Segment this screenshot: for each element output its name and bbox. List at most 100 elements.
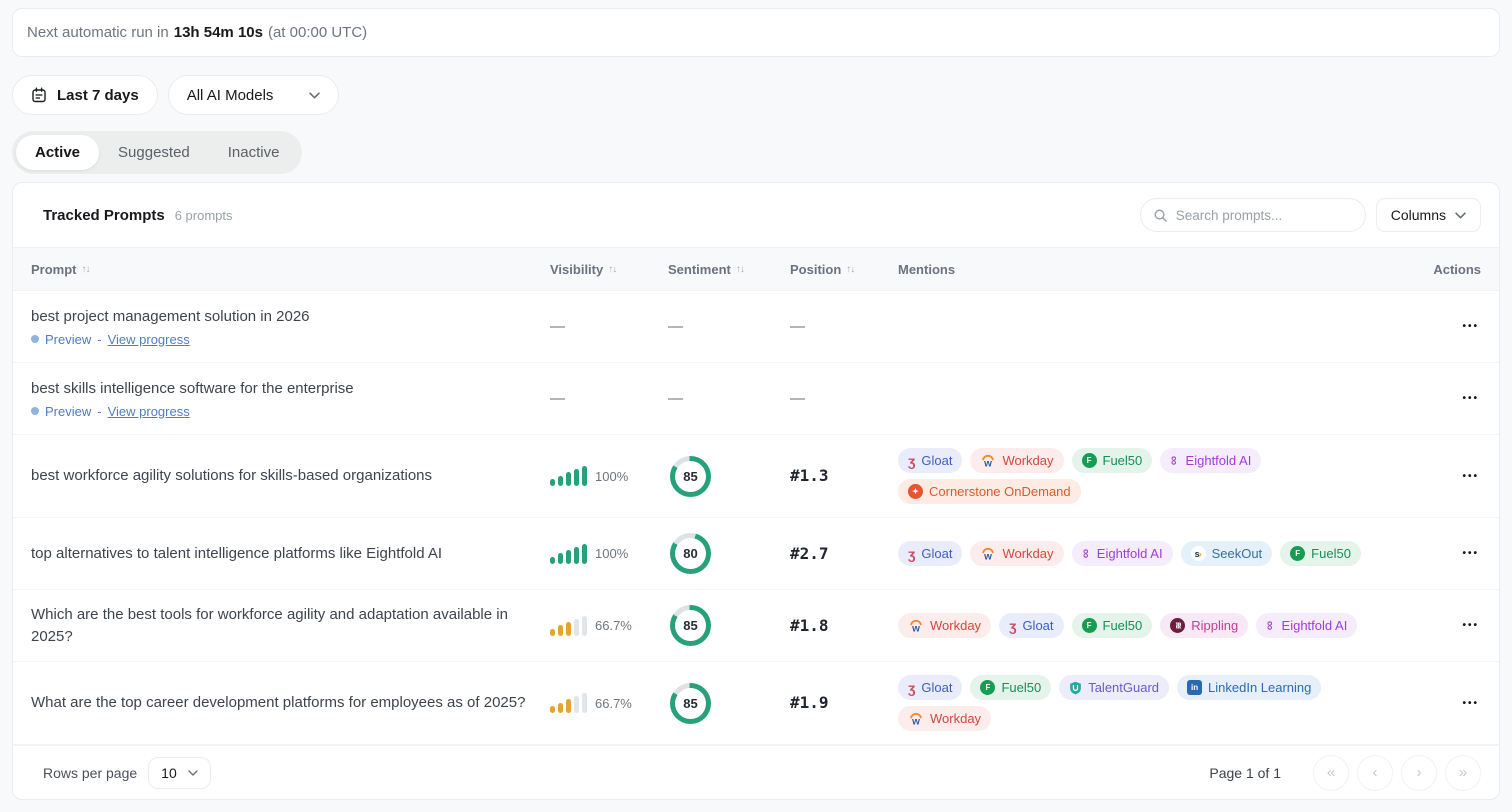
table-row: top alternatives to talent intelligence … xyxy=(13,518,1499,590)
row-actions-button[interactable]: ••• xyxy=(1460,616,1481,635)
gloat-icon: ʒ xyxy=(908,681,915,695)
sentiment-cell: 85 xyxy=(668,605,790,646)
mention-badge-workday[interactable]: w Workday xyxy=(970,448,1063,473)
mention-badge-seekout[interactable]: s› SeekOut xyxy=(1181,541,1273,566)
fuel50-icon: F xyxy=(1082,618,1097,633)
mention-badge-gloat[interactable]: ʒ Gloat xyxy=(999,613,1063,638)
tab-suggested[interactable]: Suggested xyxy=(99,135,209,170)
visibility-cell: — xyxy=(550,318,668,336)
column-header-mentions: Mentions xyxy=(898,262,1425,277)
sentiment-cell: 80 xyxy=(668,533,790,574)
mention-badge-eightfold[interactable]: ∞ Eightfold AI xyxy=(1256,613,1357,638)
column-header-position[interactable]: Position ↑↓ xyxy=(790,262,898,277)
sort-icon[interactable]: ↑↓ xyxy=(82,264,90,275)
position-value: #1.8 xyxy=(790,616,829,635)
mention-badge-gloat[interactable]: ʒ Gloat xyxy=(898,448,962,473)
mentions-cell: ʒ Gloat w Workday ∞ Eightfold AI s› Seek… xyxy=(898,541,1425,566)
sort-icon[interactable]: ↑↓ xyxy=(846,264,854,275)
visibility-cell: 66.7% xyxy=(550,693,668,713)
table-row: best workforce agility solutions for ski… xyxy=(13,435,1499,518)
fuel50-icon: F xyxy=(980,680,995,695)
gloat-icon: ʒ xyxy=(908,547,915,561)
prompt-text: Which are the best tools for workforce a… xyxy=(31,604,550,648)
sort-icon[interactable]: ↑↓ xyxy=(736,264,744,275)
row-actions-button[interactable]: ••• xyxy=(1460,467,1481,486)
preview-status: Preview - View progress xyxy=(31,404,550,419)
visibility-percent: 100% xyxy=(595,546,628,561)
gloat-icon: ʒ xyxy=(1009,619,1016,633)
countdown-bar: Next automatic run in 13h 54m 10s (at 00… xyxy=(12,8,1500,57)
mention-badge-gloat[interactable]: ʒ Gloat xyxy=(898,541,962,566)
sentiment-ring: 80 xyxy=(670,533,711,574)
table-row: best project management solution in 2026… xyxy=(13,291,1499,363)
row-actions-button[interactable]: ••• xyxy=(1460,317,1481,336)
chevron-down-icon xyxy=(1455,212,1466,219)
view-progress-link[interactable]: View progress xyxy=(108,332,190,347)
previous-page-button[interactable]: ‹ xyxy=(1357,755,1393,791)
seekout-icon: s› xyxy=(1191,546,1206,561)
sentiment-cell: — xyxy=(668,318,790,336)
mention-badge-rippling[interactable]: ≋ Rippling xyxy=(1160,613,1248,638)
sort-icon[interactable]: ↑↓ xyxy=(608,264,616,275)
column-header-actions: Actions xyxy=(1425,262,1481,277)
mention-badge-eightfold[interactable]: ∞ Eightfold AI xyxy=(1160,448,1261,473)
row-actions-button[interactable]: ••• xyxy=(1460,544,1481,563)
linkedin-icon: in xyxy=(1187,680,1202,695)
table-row: Which are the best tools for workforce a… xyxy=(13,590,1499,662)
mention-badge-fuel50[interactable]: F Fuel50 xyxy=(1072,448,1153,473)
sentiment-ring: 85 xyxy=(670,605,711,646)
sentiment-cell: 85 xyxy=(668,456,790,497)
sentiment-value: 85 xyxy=(683,469,697,484)
prompt-cell: Which are the best tools for workforce a… xyxy=(31,604,550,648)
date-range-label: Last 7 days xyxy=(57,87,139,104)
search-box xyxy=(1140,198,1366,232)
countdown-time: 13h 54m 10s xyxy=(174,24,263,41)
visibility-cell: — xyxy=(550,390,668,408)
mention-badge-workday[interactable]: w Workday xyxy=(898,613,991,638)
column-header-prompt[interactable]: Prompt ↑↓ xyxy=(31,262,550,277)
svg-text:w: w xyxy=(984,458,993,467)
ai-models-dropdown[interactable]: All AI Models xyxy=(168,75,340,115)
prompt-cell: What are the top career development plat… xyxy=(31,692,550,714)
first-page-button[interactable]: « xyxy=(1313,755,1349,791)
tracked-prompts-panel: Tracked Prompts 6 prompts Columns Prompt… xyxy=(12,182,1500,800)
mention-badge-gloat[interactable]: ʒ Gloat xyxy=(898,675,962,700)
chevron-down-icon xyxy=(188,770,198,776)
view-progress-link[interactable]: View progress xyxy=(108,404,190,419)
last-page-button[interactable]: » xyxy=(1445,755,1481,791)
mention-badge-linkedin-learning[interactable]: in LinkedIn Learning xyxy=(1177,675,1321,700)
mention-badge-talentguard[interactable]: TalentGuard xyxy=(1059,675,1169,700)
rows-per-page-label: Rows per page xyxy=(43,765,137,781)
visibility-bars-icon xyxy=(550,466,587,486)
tab-inactive[interactable]: Inactive xyxy=(209,135,299,170)
mention-badge-fuel50[interactable]: F Fuel50 xyxy=(1072,613,1153,638)
rows-per-page-select[interactable]: 10 xyxy=(148,757,211,789)
position-cell: #2.7 xyxy=(790,544,898,564)
prompt-text: What are the top career development plat… xyxy=(31,692,550,714)
mention-badge-fuel50[interactable]: F Fuel50 xyxy=(970,675,1051,700)
mention-badge-fuel50[interactable]: F Fuel50 xyxy=(1280,541,1361,566)
workday-icon: w xyxy=(908,712,924,726)
row-actions-button[interactable]: ••• xyxy=(1460,694,1481,713)
column-header-visibility[interactable]: Visibility ↑↓ xyxy=(550,262,668,277)
columns-label: Columns xyxy=(1391,207,1446,223)
row-actions-button[interactable]: ••• xyxy=(1460,389,1481,408)
calendar-icon xyxy=(31,87,47,103)
search-input[interactable] xyxy=(1176,208,1353,223)
position-value: #2.7 xyxy=(790,544,829,563)
mention-badge-workday[interactable]: w Workday xyxy=(898,706,991,731)
mention-badge-eightfold[interactable]: ∞ Eightfold AI xyxy=(1072,541,1173,566)
mentions-cell: ʒ Gloat w Workday F Fuel50 ∞ Eightfold A… xyxy=(898,448,1425,504)
prompt-text: best project management solution in 2026 xyxy=(31,306,550,328)
next-page-button[interactable]: › xyxy=(1401,755,1437,791)
position-cell: #1.8 xyxy=(790,616,898,636)
tab-active[interactable]: Active xyxy=(16,135,99,170)
preview-status: Preview - View progress xyxy=(31,332,550,347)
visibility-percent: 100% xyxy=(595,469,628,484)
eightfold-icon: ∞ xyxy=(1168,456,1181,465)
mention-badge-workday[interactable]: w Workday xyxy=(970,541,1063,566)
mention-badge-cornerstone[interactable]: ✦ Cornerstone OnDemand xyxy=(898,479,1081,504)
column-header-sentiment[interactable]: Sentiment ↑↓ xyxy=(668,262,790,277)
columns-dropdown-button[interactable]: Columns xyxy=(1376,198,1481,232)
date-range-button[interactable]: Last 7 days xyxy=(12,75,158,115)
